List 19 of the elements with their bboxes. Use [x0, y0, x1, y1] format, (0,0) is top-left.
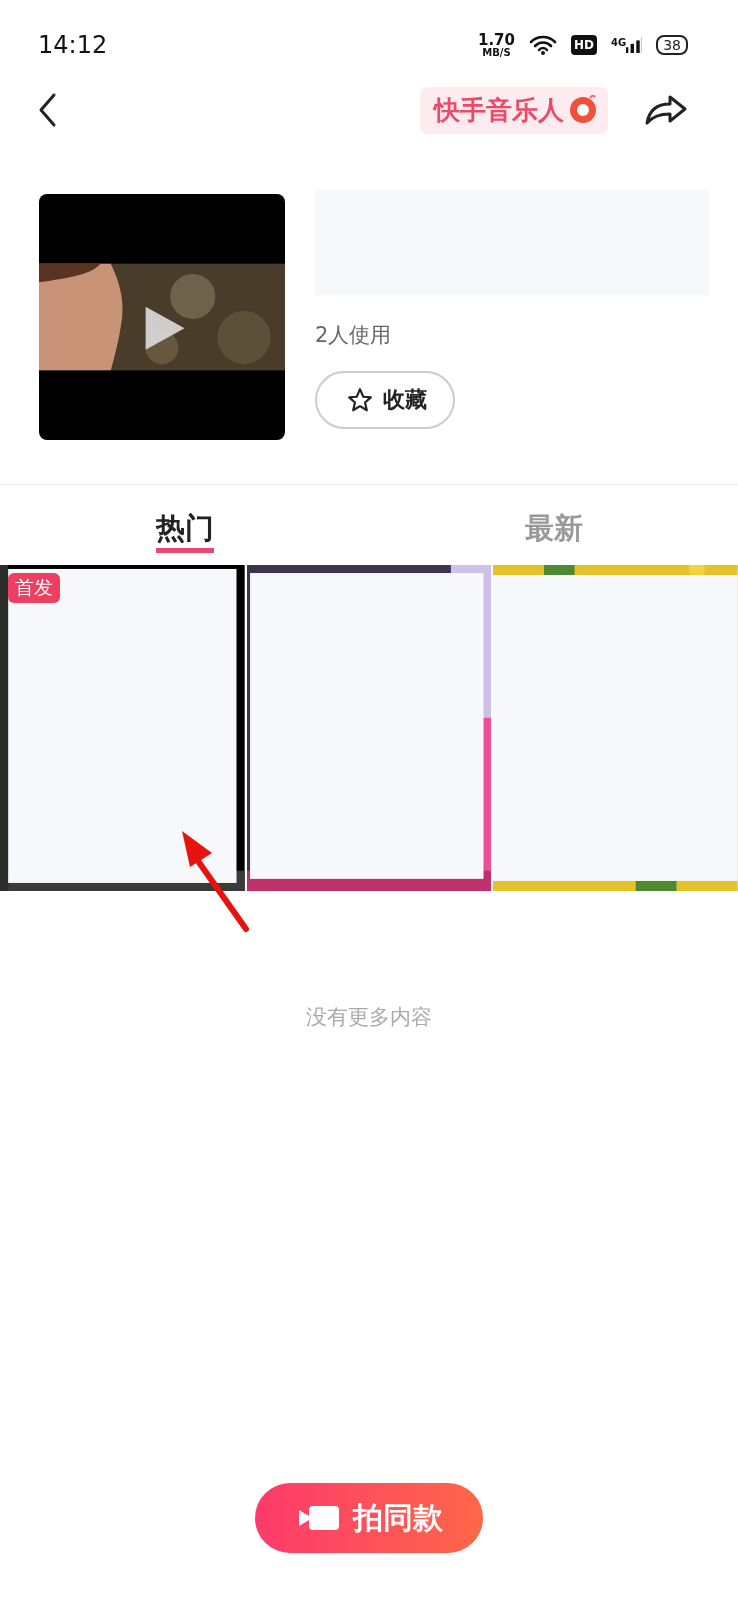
signal-icon: [626, 37, 643, 53]
usage-count: 2人使用: [315, 322, 393, 349]
tab[interactable]: 最新: [369, 485, 738, 553]
share-icon[interactable]: [644, 94, 688, 126]
video-camera-icon: [299, 1504, 339, 1532]
favorite-button[interactable]: 收藏: [315, 371, 455, 429]
battery-level: 38: [656, 35, 688, 55]
hd-icon: HD: [571, 35, 597, 55]
wifi-icon: [529, 34, 557, 56]
brand-badge[interactable]: 快手音乐人: [420, 86, 608, 134]
clock-time: 14:12: [38, 31, 108, 59]
shoot-same-button[interactable]: 拍同款: [255, 1483, 483, 1553]
disc-icon: [568, 95, 598, 125]
end-message: 没有更多内容: [305, 1004, 433, 1031]
back-icon[interactable]: [38, 92, 58, 128]
premiere-badge: 首发: [8, 573, 60, 603]
star-icon: [347, 387, 373, 413]
network-speed: 1.70 MB/S: [477, 32, 515, 58]
network-type: 4G: [611, 37, 627, 48]
